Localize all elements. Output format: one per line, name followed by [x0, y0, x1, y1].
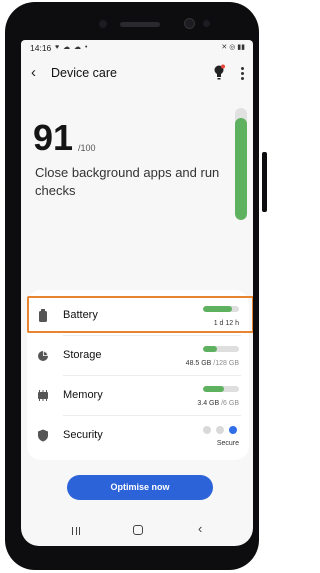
- page-title: Device care: [51, 66, 117, 80]
- status-dot: [203, 426, 211, 434]
- volume-down-key: [6, 156, 11, 186]
- battery-highlight-box: [27, 296, 253, 333]
- list-item-memory[interactable]: Memory 3.4 GB /6 GB: [27, 376, 249, 416]
- screen: 14:16 ♥ ☁ ☁ • ✕ ◎ ▮▮ ‹ Device care 91 /1…: [21, 40, 253, 546]
- home-icon[interactable]: [133, 525, 143, 535]
- more-vertical-icon[interactable]: [239, 67, 245, 81]
- notification-icons: ♥ ☁ ☁ •: [55, 44, 89, 51]
- volume-up-key: [6, 102, 11, 146]
- score-level-bar: [235, 108, 247, 220]
- memory-usage: 3.4 GB /6 GB: [197, 400, 239, 407]
- memory-level-bar: [203, 386, 239, 392]
- back-icon[interactable]: ‹: [198, 521, 202, 537]
- storage-level-fill: [203, 346, 217, 352]
- status-dot-active: [229, 426, 237, 434]
- shield-icon: [37, 429, 49, 442]
- front-camera: [184, 18, 195, 29]
- iris-sensor: [203, 20, 210, 27]
- score-level-fill: [235, 118, 247, 220]
- status-bar: 14:16 ♥ ☁ ☁ • ✕ ◎ ▮▮: [21, 40, 253, 56]
- bixby-key: [6, 207, 11, 265]
- list-item-storage[interactable]: Storage 48.5 GB /128 GB: [27, 336, 249, 376]
- status-dot: [216, 426, 224, 434]
- security-status-dots: [203, 426, 239, 434]
- optimise-now-button[interactable]: Optimise now: [67, 475, 213, 500]
- memory-level-fill: [203, 386, 224, 392]
- phone-frame: 14:16 ♥ ☁ ☁ • ✕ ◎ ▮▮ ‹ Device care 91 /1…: [5, 2, 267, 570]
- score-message: Close background apps and run checks: [35, 165, 220, 198]
- storage-usage: 48.5 GB /128 GB: [185, 360, 239, 367]
- storage-level-bar: [203, 346, 239, 352]
- memory-chip-icon: [37, 389, 49, 402]
- system-status-icons: ✕ ◎ ▮▮: [221, 44, 245, 51]
- recents-icon[interactable]: [71, 526, 81, 536]
- pie-chart-icon: [37, 349, 49, 362]
- status-time: 14:16: [30, 43, 52, 53]
- lightbulb-icon[interactable]: [213, 64, 225, 82]
- navigation-bar: ‹: [21, 518, 253, 546]
- list-item-security[interactable]: Security Secure: [27, 416, 249, 456]
- proximity-sensor: [99, 20, 107, 28]
- list-item-label: Storage: [63, 349, 102, 361]
- security-status: Secure: [216, 440, 239, 447]
- list-item-label: Security: [63, 429, 103, 441]
- power-key: [262, 152, 267, 212]
- list-item-label: Memory: [63, 389, 103, 401]
- device-score: 91: [33, 117, 74, 158]
- earpiece-speaker: [120, 22, 160, 27]
- chevron-left-icon[interactable]: ‹: [31, 65, 45, 81]
- score-max: /100: [78, 143, 96, 153]
